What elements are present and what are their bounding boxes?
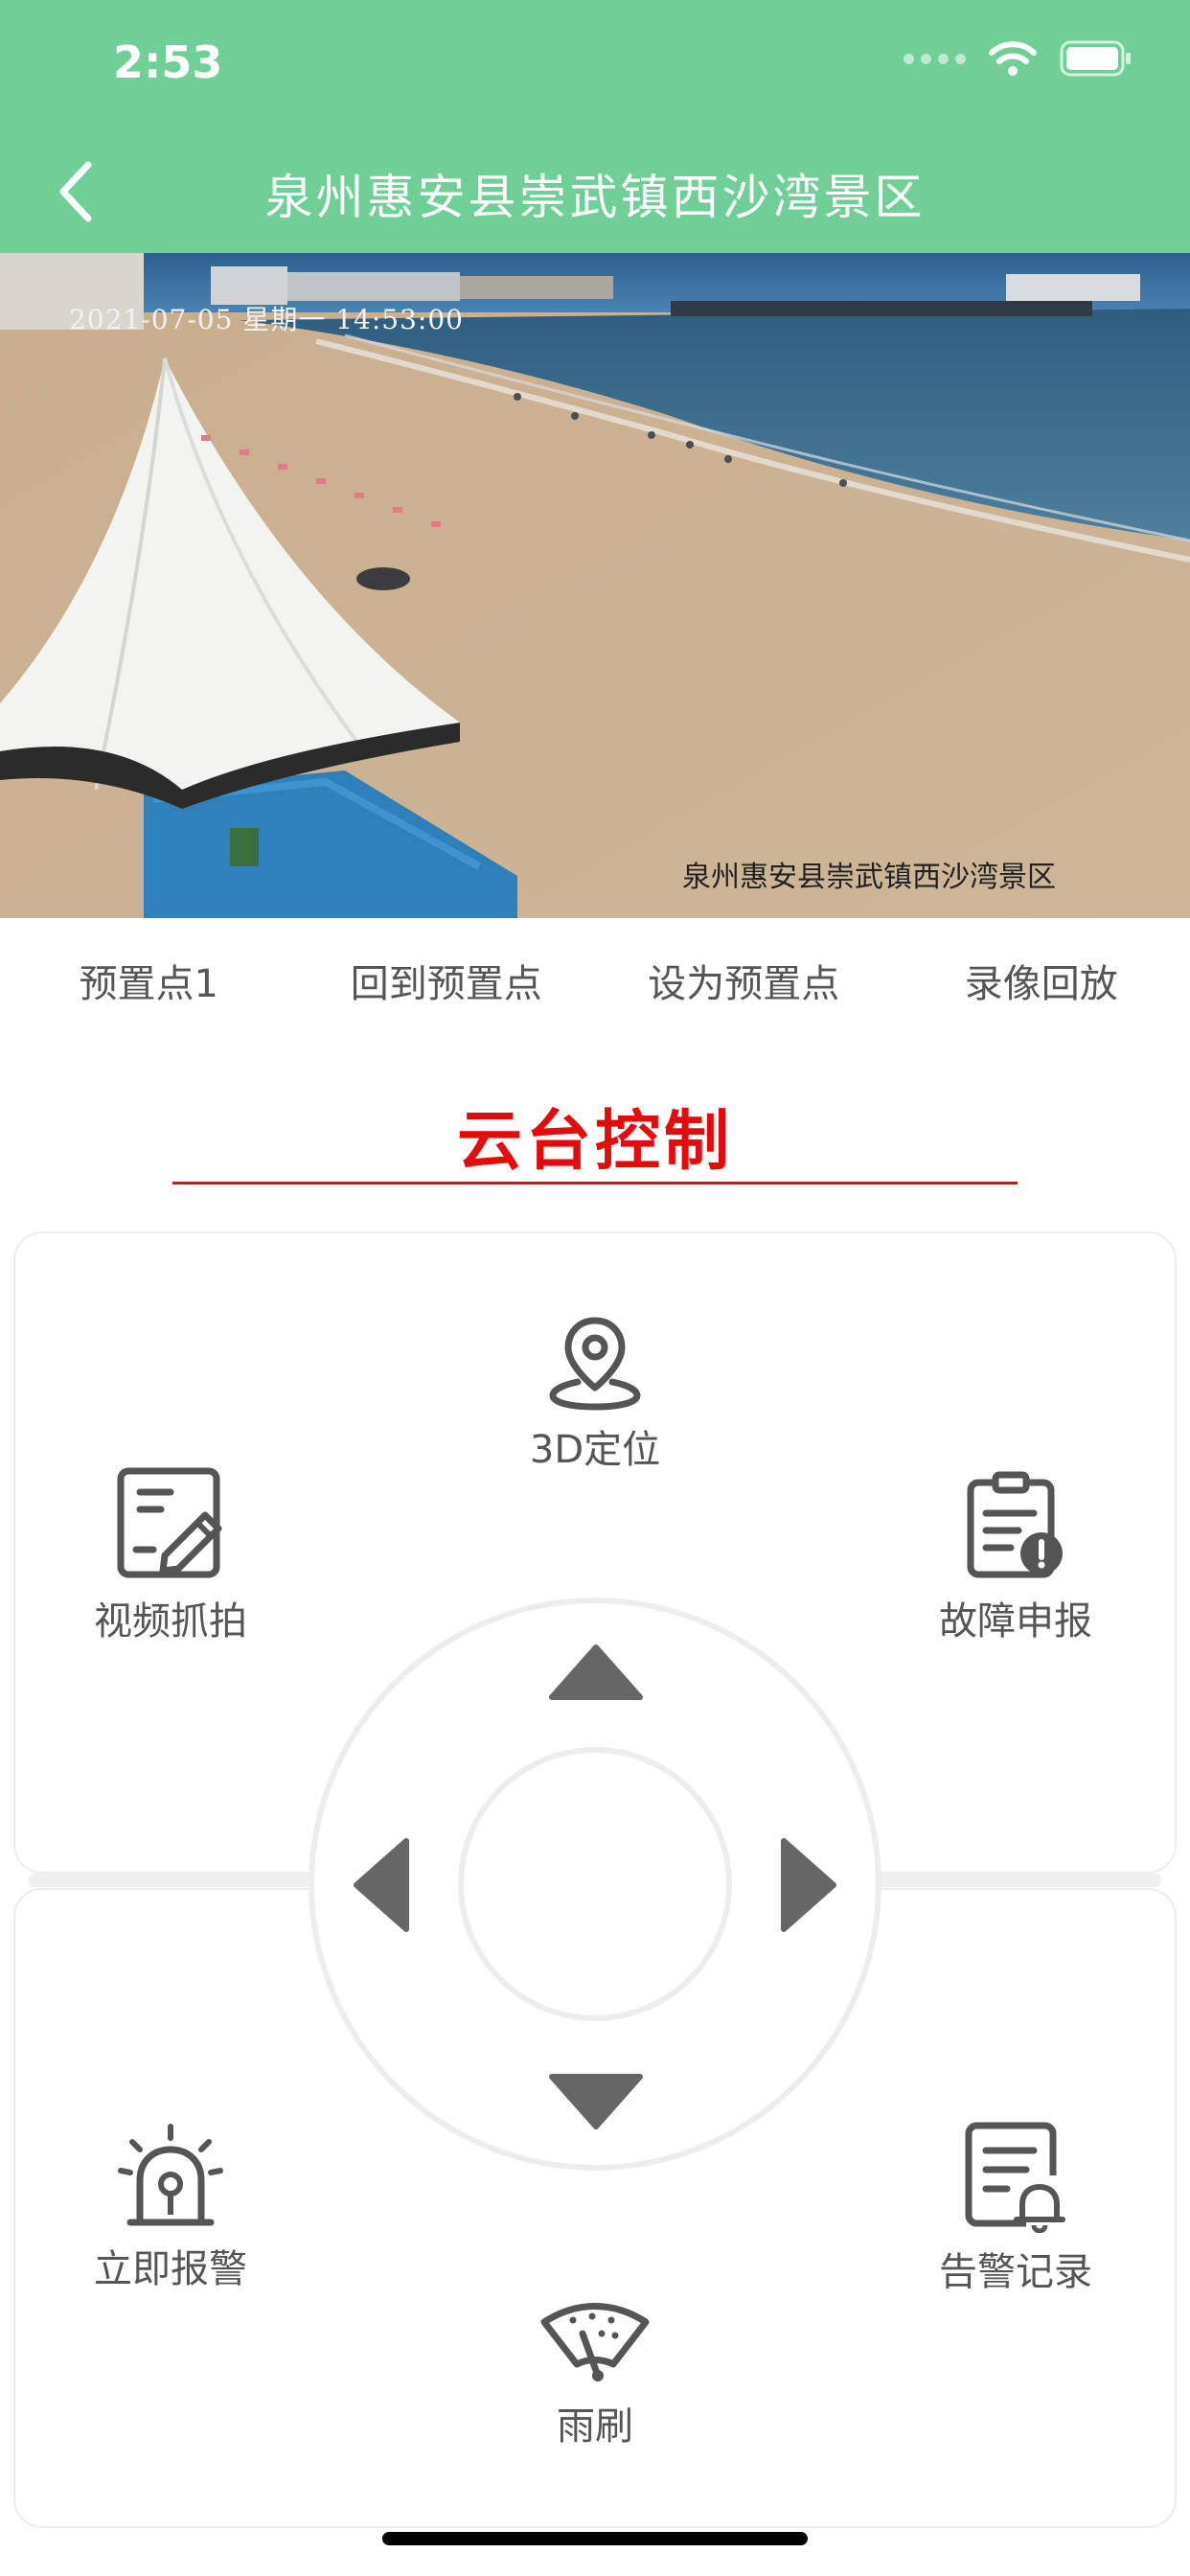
home-indicator[interactable] — [382, 2532, 808, 2545]
video-actions: 预置点1 回到预置点 设为预置点 录像回放 — [0, 918, 1190, 1043]
video-caption: 泉州惠安县崇武镇西沙湾景区 — [682, 861, 1056, 894]
wiper-button[interactable]: 雨刷 — [499, 2295, 691, 2450]
status-time: 2:53 — [113, 36, 223, 88]
set-preset-button[interactable]: 设为预置点 — [595, 918, 893, 1043]
goto-preset-button[interactable]: 回到预置点 — [298, 918, 596, 1043]
alarm-now-button[interactable]: 立即报警 — [75, 2123, 266, 2293]
fault-report-label: 故障申报 — [939, 1599, 1092, 1644]
wiper-label: 雨刷 — [557, 2404, 633, 2449]
status-icons — [904, 40, 1133, 77]
video-player[interactable]: 2021-07-05 星期一 14:53:00 泉州惠安县崇武镇西沙湾景区 — [0, 253, 1190, 918]
snapshot-label: 视频抓拍 — [94, 1599, 247, 1644]
ptz-center[interactable] — [458, 1747, 732, 2021]
arrow-right-icon[interactable] — [778, 1835, 839, 1935]
video-frame — [0, 253, 1190, 918]
battery-icon — [1060, 40, 1131, 77]
document-bell-icon — [965, 2122, 1065, 2233]
ptz-section-title: 云台控制 — [456, 1104, 733, 1180]
siren-icon — [118, 2124, 223, 2226]
video-timestamp: 2021-07-05 星期一 14:53:00 — [69, 304, 464, 335]
playback-button[interactable]: 录像回放 — [893, 918, 1190, 1043]
arrow-left-icon[interactable] — [351, 1835, 412, 1935]
page-title: 泉州惠安县崇武镇西沙湾景区 — [264, 170, 926, 225]
signal-icon — [904, 53, 966, 64]
snapshot-button[interactable]: 视频抓拍 — [75, 1463, 266, 1645]
alarm-log-label: 告警记录 — [939, 2250, 1092, 2294]
arrow-down-icon[interactable] — [546, 2071, 646, 2132]
locate-3d-button[interactable]: 3D定位 — [499, 1311, 691, 1474]
ptz-direction-pad[interactable] — [309, 1598, 881, 2171]
clipboard-alert-icon — [967, 1471, 1063, 1578]
fault-report-button[interactable]: 故障申报 — [920, 1469, 1111, 1645]
wiper-icon — [540, 2303, 650, 2381]
alarm-log-button[interactable]: 告警记录 — [920, 2120, 1111, 2296]
alarm-now-label: 立即报警 — [94, 2247, 247, 2291]
edit-document-icon — [117, 1467, 222, 1578]
locate-3d-label: 3D定位 — [529, 1428, 661, 1472]
arrow-up-icon[interactable] — [546, 1642, 646, 1703]
wifi-icon — [989, 41, 1037, 76]
section-divider — [172, 1182, 1018, 1184]
map-pin-icon — [549, 1317, 641, 1411]
preset-point-button[interactable]: 预置点1 — [0, 918, 298, 1043]
nav-header: 2:53 泉州惠安县崇武镇西沙湾景区 — [0, 0, 1190, 253]
